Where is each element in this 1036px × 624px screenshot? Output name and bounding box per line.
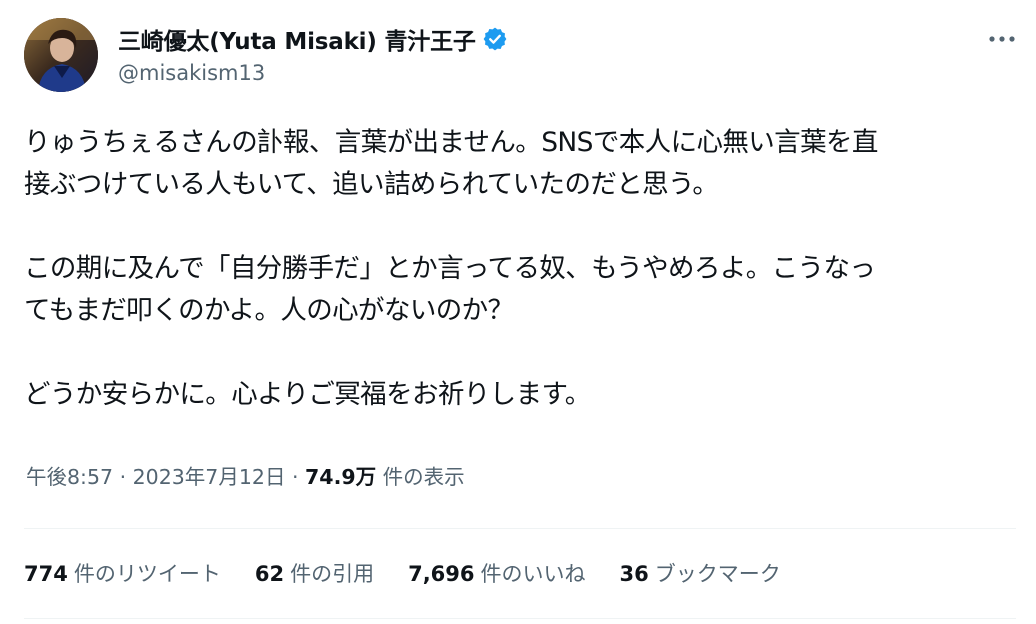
display-name[interactable]: 三崎優太(Yuta Misaki) 青汁王子 bbox=[118, 22, 476, 56]
tweet-paragraph: りゅうちぇるさんの訃報、言葉が出ません。SNSで本人に心無い言葉を直 接ぶつけて… bbox=[24, 122, 1016, 206]
tweet-line: どうか安らかに。心よりご冥福をお祈りします。 bbox=[24, 379, 591, 410]
tweet-date-link[interactable]: 2023年7月12日 bbox=[133, 465, 286, 489]
meta-separator: · bbox=[291, 465, 299, 489]
avatar[interactable] bbox=[24, 18, 98, 92]
views-label: 件の表示 bbox=[382, 465, 465, 489]
bookmarks-label: ブックマーク bbox=[654, 562, 781, 586]
meta-separator: · bbox=[119, 465, 127, 489]
tweet-line: この期に及んで「自分勝手だ」とか言ってる奴、もうやめろよ。こうなっ bbox=[24, 253, 876, 284]
more-options-icon bbox=[989, 36, 1015, 42]
retweets-label: 件のリツイート bbox=[73, 562, 221, 586]
verified-badge-icon bbox=[482, 26, 508, 52]
user-handle[interactable]: @misakism13 bbox=[118, 61, 265, 85]
tweet-paragraph: この期に及んで「自分勝手だ」とか言ってる奴、もうやめろよ。こうなっ てもまだ叩く… bbox=[24, 248, 1016, 332]
likes-label: 件のいいね bbox=[480, 562, 586, 586]
likes-count: 7,696 bbox=[408, 562, 475, 586]
tweet-line: てもまだ叩くのかよ。人の心がないのか？ bbox=[24, 295, 514, 326]
quotes-stat[interactable]: 62 件の引用 bbox=[255, 558, 374, 588]
views-count: 74.9万 bbox=[305, 465, 377, 489]
tweet-meta: 午後8:57 · 2023年7月12日 · 74.9万 件の表示 bbox=[26, 460, 465, 490]
tweet-text: りゅうちぇるさんの訃報、言葉が出ません。SNSで本人に心無い言葉を直 接ぶつけて… bbox=[24, 122, 1016, 416]
bookmarks-count: 36 bbox=[619, 562, 649, 586]
retweets-count: 774 bbox=[24, 562, 68, 586]
tweet-line: りゅうちぇるさんの訃報、言葉が出ません。SNSで本人に心無い言葉を直 bbox=[24, 127, 878, 158]
divider bbox=[24, 618, 1016, 619]
tweet-line: 接ぶつけている人もいて、追い詰められていたのだと思う。 bbox=[24, 169, 719, 200]
engagement-stats: 774 件のリツイート 62 件の引用 7,696 件のいいね 36 ブックマーク bbox=[24, 558, 781, 588]
more-options-button[interactable] bbox=[984, 24, 1020, 54]
bookmarks-stat[interactable]: 36 ブックマーク bbox=[620, 558, 781, 588]
author-name-row: 三崎優太(Yuta Misaki) 青汁王子 bbox=[118, 22, 508, 56]
tweet-date: 2023年7月12日 bbox=[132, 465, 286, 489]
retweets-stat[interactable]: 774 件のリツイート bbox=[24, 558, 221, 588]
tweet-time: 午後8:57 bbox=[26, 465, 114, 489]
divider bbox=[24, 528, 1016, 529]
quotes-count: 62 bbox=[254, 562, 285, 586]
likes-stat[interactable]: 7,696 件のいいね bbox=[408, 558, 585, 588]
tweet-paragraph: どうか安らかに。心よりご冥福をお祈りします。 bbox=[24, 374, 1016, 416]
avatar-image bbox=[24, 18, 98, 92]
quotes-label: 件の引用 bbox=[290, 562, 375, 586]
tweet: 三崎優太(Yuta Misaki) 青汁王子 @misakism13 りゅうちぇ… bbox=[0, 0, 1036, 624]
tweet-time-link[interactable]: 午後8:57 bbox=[26, 465, 113, 489]
